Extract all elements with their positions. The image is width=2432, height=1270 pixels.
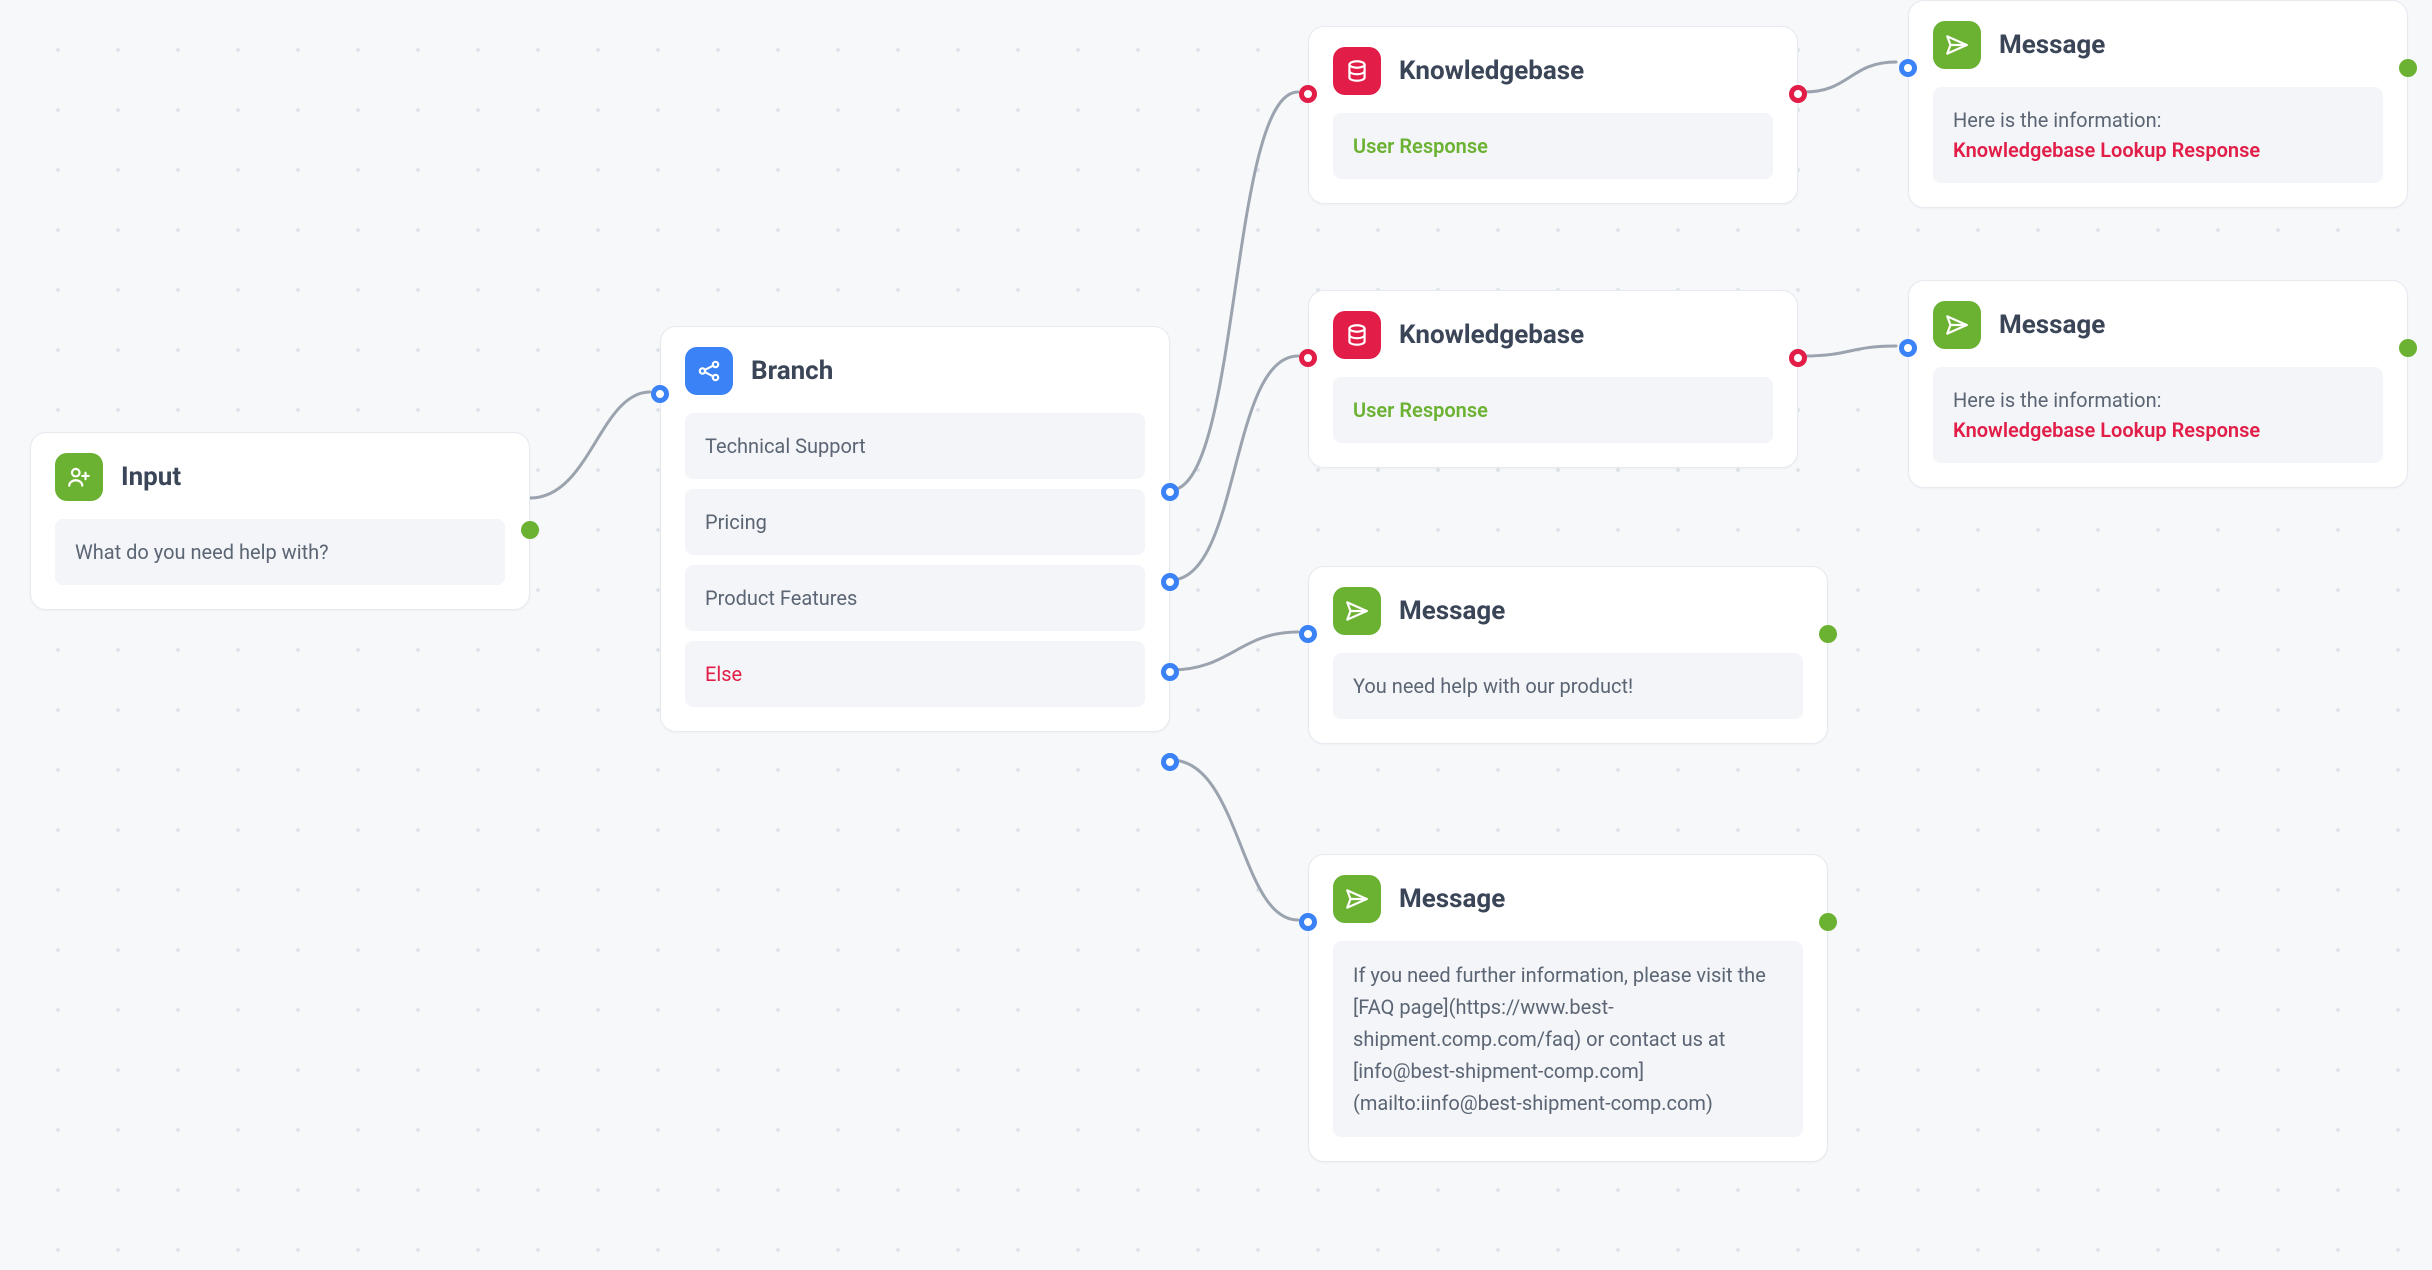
branch-option[interactable]: Pricing <box>685 489 1145 555</box>
node-title: Branch <box>751 356 833 386</box>
input-prompt: What do you need help with? <box>55 519 505 585</box>
kb-body: User Response <box>1333 113 1773 179</box>
port-out[interactable] <box>2399 339 2417 357</box>
node-message-kb2[interactable]: Message Here is the information: Knowled… <box>1908 280 2408 488</box>
branch-option[interactable]: Technical Support <box>685 413 1145 479</box>
port-out-2[interactable] <box>1161 573 1179 591</box>
flow-canvas[interactable]: Input What do you need help with? Branch… <box>0 0 2432 1270</box>
port-in[interactable] <box>1899 339 1917 357</box>
share-icon <box>685 347 733 395</box>
port-in[interactable] <box>1299 913 1317 931</box>
database-icon <box>1333 47 1381 95</box>
node-title: Message <box>1399 884 1505 914</box>
send-icon <box>1933 301 1981 349</box>
node-title: Knowledgebase <box>1399 320 1584 350</box>
port-in[interactable] <box>1299 85 1317 103</box>
branch-option[interactable]: Product Features <box>685 565 1145 631</box>
node-title: Message <box>1999 30 2105 60</box>
port-out[interactable] <box>521 521 539 539</box>
node-message-else[interactable]: Message If you need further information,… <box>1308 854 1828 1162</box>
node-message-product[interactable]: Message You need help with our product! <box>1308 566 1828 744</box>
port-out[interactable] <box>1789 85 1807 103</box>
message-body: If you need further information, please … <box>1333 941 1803 1137</box>
port-out[interactable] <box>1789 349 1807 367</box>
port-out-3[interactable] <box>1161 663 1179 681</box>
port-in[interactable] <box>651 385 669 403</box>
node-title: Knowledgebase <box>1399 56 1584 86</box>
node-knowledgebase-1[interactable]: Knowledgebase User Response <box>1308 26 1798 204</box>
node-title: Message <box>1999 310 2105 340</box>
node-input[interactable]: Input What do you need help with? <box>30 432 530 610</box>
port-out[interactable] <box>1819 913 1837 931</box>
port-out[interactable] <box>1819 625 1837 643</box>
message-body: You need help with our product! <box>1333 653 1803 719</box>
node-title: Input <box>121 462 181 492</box>
node-title: Message <box>1399 596 1505 626</box>
branch-option-else[interactable]: Else <box>685 641 1145 707</box>
node-branch[interactable]: Branch Technical Support Pricing Product… <box>660 326 1170 732</box>
send-icon <box>1333 875 1381 923</box>
port-in[interactable] <box>1899 59 1917 77</box>
node-knowledgebase-2[interactable]: Knowledgebase User Response <box>1308 290 1798 468</box>
kb-body: User Response <box>1333 377 1773 443</box>
port-in[interactable] <box>1299 625 1317 643</box>
node-message-kb1[interactable]: Message Here is the information: Knowled… <box>1908 0 2408 208</box>
send-icon <box>1933 21 1981 69</box>
database-icon <box>1333 311 1381 359</box>
user-plus-icon <box>55 453 103 501</box>
message-body: Here is the information: Knowledgebase L… <box>1933 367 2383 463</box>
port-out-1[interactable] <box>1161 483 1179 501</box>
port-in[interactable] <box>1299 349 1317 367</box>
message-body: Here is the information: Knowledgebase L… <box>1933 87 2383 183</box>
port-out[interactable] <box>2399 59 2417 77</box>
port-out-4[interactable] <box>1161 753 1179 771</box>
send-icon <box>1333 587 1381 635</box>
